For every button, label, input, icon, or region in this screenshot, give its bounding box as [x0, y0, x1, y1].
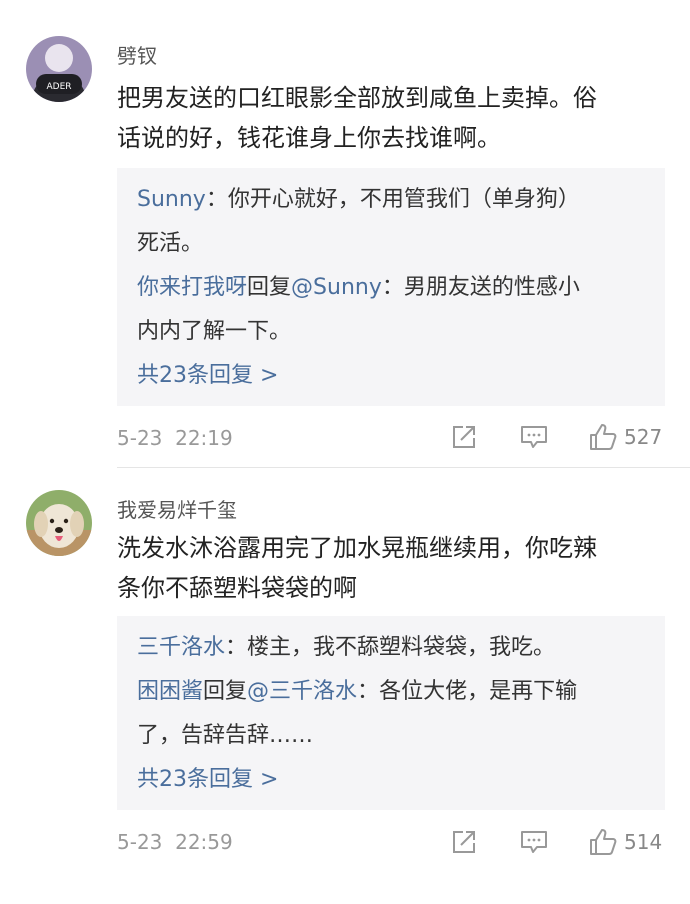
thumbs-up-icon: [590, 424, 617, 450]
avatar-image: [26, 490, 92, 556]
reply-text: 你开心就好，不用管我们（单身狗）: [227, 187, 580, 212]
reply-box[interactable]: Sunny：你开心就好，不用管我们（单身狗） 死活。 你来打我呀回复@Sunny…: [117, 168, 665, 406]
avatar[interactable]: ADER: [26, 36, 92, 102]
avatar-label: ADER: [46, 82, 71, 92]
reply-text: 各位大佬，是再下输: [379, 679, 578, 704]
username[interactable]: 劈钗: [117, 40, 157, 69]
time: 22:59: [175, 830, 233, 854]
reply-author[interactable]: 困困酱: [137, 679, 203, 704]
comment-button[interactable]: [520, 424, 548, 450]
comment-text-line: 话说的好，钱花谁身上你去找谁啊。: [117, 124, 501, 152]
reply-item[interactable]: 你来打我呀回复@Sunny：男朋友送的性感小 内内了解一下。: [137, 266, 645, 354]
time: 22:19: [175, 426, 233, 450]
reply-box[interactable]: 三千洛水：楼主，我不舔塑料袋袋，我吃。 困困酱回复@三千洛水：各位大佬，是再下输…: [117, 616, 665, 810]
date: 5-23: [117, 426, 163, 450]
share-button[interactable]: [451, 424, 477, 450]
reply-sep: ：: [205, 187, 228, 212]
comment-text: 把男友送的口红眼影全部放到咸鱼上卖掉。俗 话说的好，钱花谁身上你去找谁啊。: [117, 78, 677, 158]
reply-text: 死活。: [137, 231, 204, 256]
reply-mention[interactable]: @三千洛水: [247, 679, 357, 704]
reply-author[interactable]: Sunny: [137, 187, 206, 212]
more-replies-link[interactable]: 共23条回复 >: [137, 354, 645, 398]
comment-item: 我爱易烊千玺 洗发水沐浴露用完了加水晃瓶继续用，你吃辣 条你不舔塑料袋袋的啊 三…: [0, 468, 690, 904]
more-replies-link[interactable]: 共23条回复 >: [137, 758, 645, 802]
username[interactable]: 我爱易烊千玺: [117, 494, 237, 523]
comment-icon: [521, 831, 547, 853]
reply-text: 楼主，我不舔塑料袋袋，我吃。: [247, 635, 556, 660]
share-icon: [453, 426, 475, 448]
comment-text: 洗发水沐浴露用完了加水晃瓶继续用，你吃辣 条你不舔塑料袋袋的啊: [117, 528, 677, 608]
reply-text: 内内了解一下。: [137, 319, 292, 344]
avatar-image: ADER: [26, 36, 92, 102]
reply-word: 回复: [203, 679, 248, 704]
like-button[interactable]: 514: [588, 827, 662, 857]
thumbs-up-icon: [590, 829, 617, 855]
comment-text-line: 洗发水沐浴露用完了加水晃瓶继续用，你吃辣: [117, 534, 597, 562]
comment-text-line: 把男友送的口红眼影全部放到咸鱼上卖掉。俗: [117, 84, 597, 112]
reply-item[interactable]: 三千洛水：楼主，我不舔塑料袋袋，我吃。: [137, 626, 645, 670]
like-count: 527: [624, 425, 663, 449]
reply-author[interactable]: 三千洛水: [137, 635, 225, 660]
reply-sep: ：: [225, 635, 248, 660]
like-count: 514: [624, 830, 663, 854]
reply-item[interactable]: 困困酱回复@三千洛水：各位大佬，是再下输 了，告辞告辞……: [137, 670, 645, 758]
reply-mention[interactable]: @Sunny: [291, 275, 382, 300]
share-icon: [453, 831, 475, 853]
like-button[interactable]: 527: [588, 422, 662, 452]
reply-text: 了，告辞告辞……: [137, 723, 314, 748]
comment-button[interactable]: [520, 829, 548, 855]
date: 5-23: [117, 830, 163, 854]
reply-author[interactable]: 你来打我呀: [137, 275, 247, 300]
timestamp: 5-23 22:59: [117, 830, 233, 854]
comment-item: ADER 劈钗 把男友送的口红眼影全部放到咸鱼上卖掉。俗 话说的好，钱花谁身上你…: [0, 0, 690, 468]
timestamp: 5-23 22:19: [117, 426, 233, 450]
reply-word: 回复: [247, 275, 292, 300]
reply-sep: ：: [381, 275, 404, 300]
comment-text-line: 条你不舔塑料袋袋的啊: [117, 574, 357, 602]
reply-item[interactable]: Sunny：你开心就好，不用管我们（单身狗） 死活。: [137, 178, 645, 266]
reply-text: 男朋友送的性感小: [403, 275, 580, 300]
comment-icon: [521, 426, 547, 448]
share-button[interactable]: [451, 829, 477, 855]
reply-sep: ：: [357, 679, 380, 704]
avatar[interactable]: [26, 490, 92, 556]
